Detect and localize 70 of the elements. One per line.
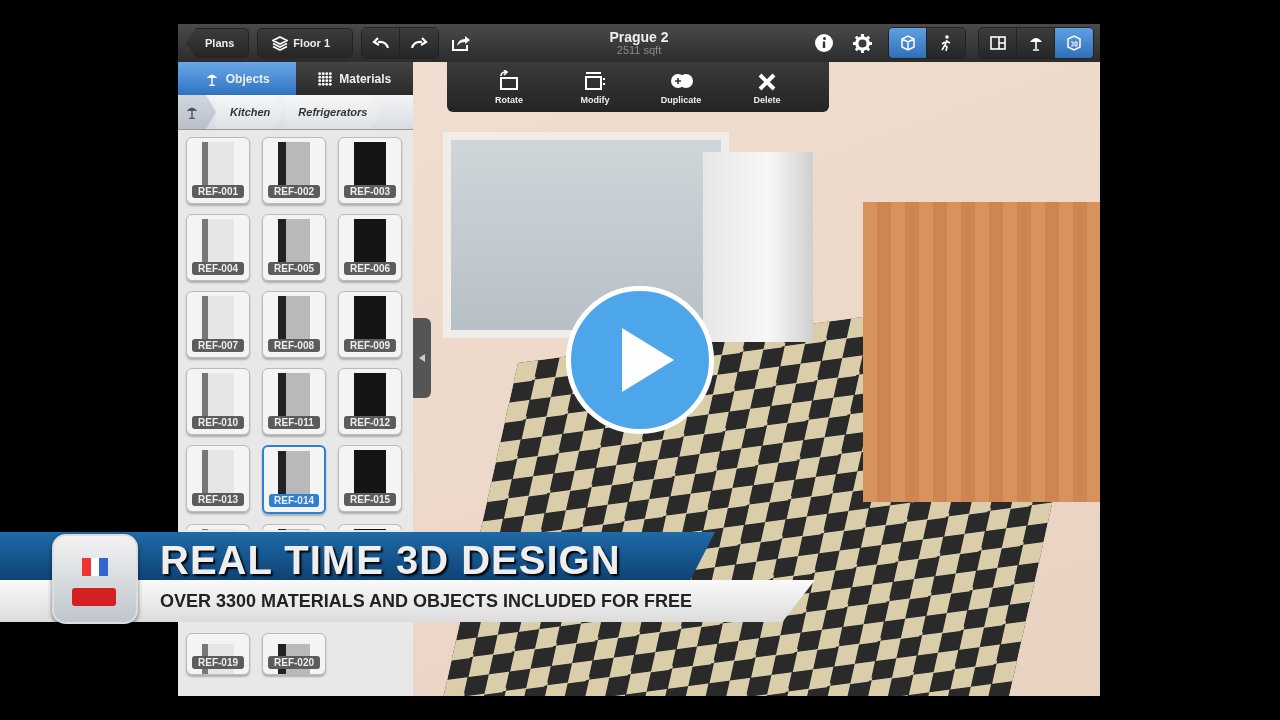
layers-icon [272, 35, 289, 51]
view-toggle[interactable] [1055, 28, 1093, 58]
item-label: REF-013 [192, 493, 244, 506]
plan-title: Prague 2 [609, 29, 669, 45]
object-tile[interactable]: REF-003 [338, 137, 402, 204]
cube-icon [898, 34, 917, 52]
item-label: REF-002 [268, 185, 320, 198]
object-tile[interactable]: REF-011 [262, 368, 326, 435]
breadcrumb-item[interactable]: Refrigerators [284, 95, 382, 129]
redo-icon [410, 37, 429, 49]
redo-button[interactable] [400, 28, 439, 58]
object-tile[interactable]: REF-006 [338, 214, 402, 281]
share-icon [451, 34, 472, 52]
panel-tab[interactable]: Objects [178, 62, 296, 95]
banner-headline: REAL TIME 3D DESIGN [160, 537, 621, 583]
object-tile[interactable]: REF-020 [262, 633, 326, 675]
action-button[interactable]: Modify [567, 62, 623, 112]
object-tile[interactable]: REF-008 [262, 291, 326, 358]
item-label: REF-014 [269, 494, 319, 507]
object-tile[interactable]: REF-019 [186, 633, 250, 675]
item-label: REF-012 [344, 416, 396, 429]
item-label: REF-001 [192, 185, 244, 198]
3d-cube-icon [1065, 34, 1083, 52]
undo-icon [371, 37, 390, 49]
item-label: REF-009 [344, 339, 396, 352]
object-tile[interactable]: REF-001 [186, 137, 250, 204]
object-tile[interactable]: REF-013 [186, 445, 250, 512]
object-tile[interactable]: REF-004 [186, 214, 250, 281]
item-label: REF-007 [192, 339, 244, 352]
object-tile[interactable]: REF-007 [186, 291, 250, 358]
item-label: REF-010 [192, 416, 244, 429]
resize-icon [583, 69, 607, 92]
action-button[interactable]: Delete [739, 62, 795, 112]
info-icon [815, 34, 833, 52]
item-label: REF-011 [268, 416, 320, 429]
object-tile[interactable]: REF-009 [338, 291, 402, 358]
view-toggle[interactable] [889, 28, 927, 58]
split-view-icon [988, 34, 1007, 52]
object-tile[interactable]: REF-014 [262, 445, 326, 514]
floor-button[interactable]: Floor 1 [257, 28, 354, 58]
view-toggle[interactable] [1017, 28, 1055, 58]
item-label: REF-004 [192, 262, 244, 275]
object-tile[interactable]: REF-010 [186, 368, 250, 435]
grid-icon [317, 70, 334, 87]
item-label: REF-005 [268, 262, 320, 275]
object-tile[interactable]: REF-012 [338, 368, 402, 435]
item-label: REF-006 [344, 262, 396, 275]
settings-icon [853, 33, 872, 53]
object-tile[interactable]: REF-015 [338, 445, 402, 512]
category-home-button[interactable] [178, 95, 216, 129]
panel-tab[interactable]: Materials [295, 62, 413, 95]
action-button[interactable]: Rotate [481, 62, 537, 112]
object-tile[interactable]: REF-002 [262, 137, 326, 204]
rotate-icon [497, 69, 521, 92]
item-label: REF-003 [344, 185, 396, 198]
undo-button[interactable] [362, 28, 401, 58]
view-toggle[interactable] [979, 28, 1017, 58]
plan-area: 2511 sqft [616, 44, 662, 57]
action-button[interactable]: Duplicate [653, 62, 709, 112]
breadcrumb-item[interactable]: Kitchen [216, 95, 285, 129]
item-label: REF-020 [268, 656, 320, 669]
object-tile[interactable]: REF-005 [262, 214, 326, 281]
item-label: REF-019 [192, 656, 244, 669]
item-label: REF-008 [268, 339, 320, 352]
view-toggle[interactable] [927, 28, 965, 58]
back-button[interactable]: Plans [186, 28, 250, 58]
app-icon [52, 534, 138, 624]
item-label: REF-015 [344, 493, 396, 506]
panel-handle[interactable] [413, 318, 431, 398]
banner-tagline: OVER 3300 MATERIALS AND OBJECTS INCLUDED FOR FREE [160, 590, 693, 612]
